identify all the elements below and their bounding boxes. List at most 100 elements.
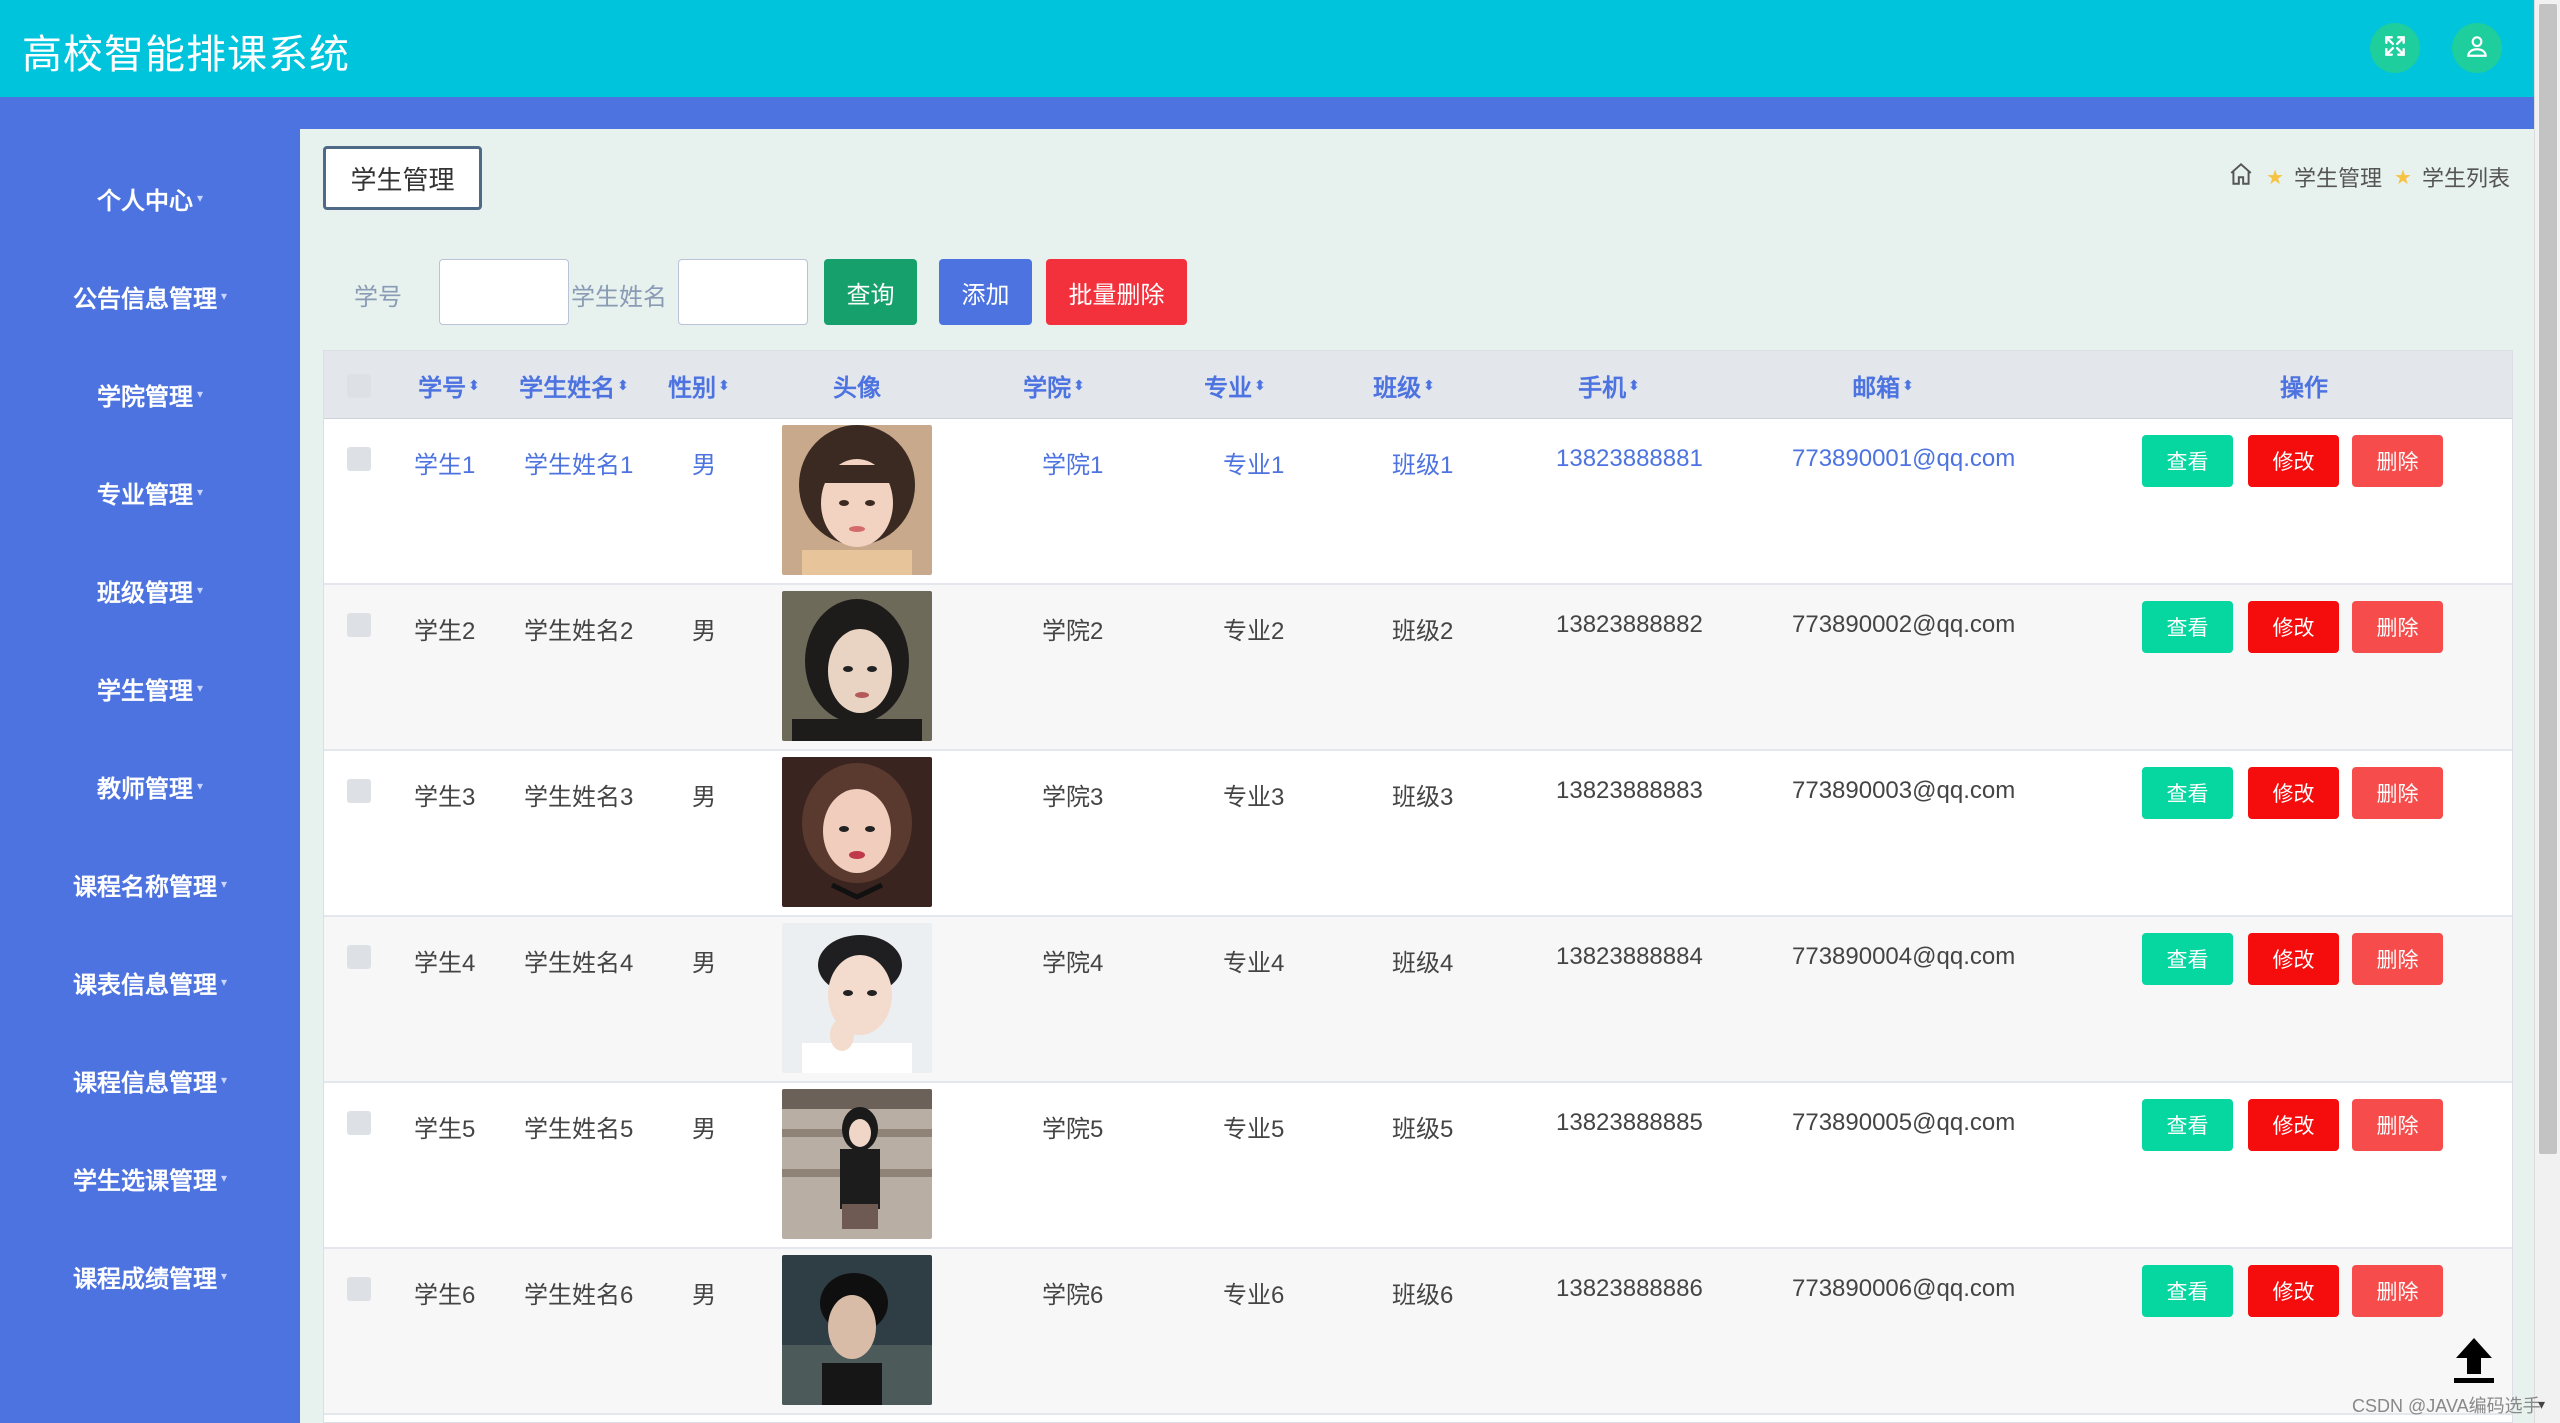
breadcrumb-item[interactable]: 学生管理 [2294,161,2382,193]
sidebar-item-course-name[interactable]: 课程名称管理 ▾ [0,854,300,914]
sidebar-item-label: 课程成绩管理 [72,1265,217,1293]
sort-icon: ⬍ [1254,376,1266,393]
edit-button[interactable]: 修改 [2248,601,2339,653]
edit-button[interactable]: 修改 [2248,1099,2339,1151]
cell-name[interactable]: 学生姓名1 [524,445,633,480]
student-name-input[interactable] [678,259,808,325]
sidebar-item-course-info[interactable]: 课程信息管理 ▾ [0,1050,300,1110]
cell-id: 学生6 [414,1282,476,1309]
student-id-input[interactable] [439,259,569,325]
sidebar-item-notice[interactable]: 公告信息管理 ▾ [0,266,300,326]
table-row: 学生1 学生姓名1 男 学院1 专业1 班级1 13823888881 7738… [324,419,2512,585]
delete-button[interactable]: 删除 [2352,1265,2443,1317]
add-button[interactable]: 添加 [939,259,1032,325]
edit-button[interactable]: 修改 [2248,767,2339,819]
user-icon [2464,33,2490,64]
chevron-down-icon: ▾ [196,583,204,597]
edit-button[interactable]: 修改 [2248,435,2339,487]
sidebar-item-label: 课表信息管理 [72,971,217,999]
delete-button[interactable]: 删除 [2352,435,2443,487]
view-button[interactable]: 查看 [2142,767,2233,819]
cell-class: 班级4 [1392,950,1454,977]
watermark: CSDN @JAVA编码选手 [2352,1396,2541,1416]
expand-icon [2382,33,2408,64]
sidebar-item-personal-center[interactable]: 个人中心 ▾ [0,168,300,228]
fullscreen-button[interactable] [2370,23,2420,73]
header-major[interactable]: 专业 ⬍ [1195,351,1275,419]
query-button[interactable]: 查询 [824,259,917,325]
cell-college[interactable]: 学院1 [1042,445,1103,480]
row-checkbox[interactable] [347,1277,371,1301]
view-button[interactable]: 查看 [2142,1099,2233,1151]
student-name-label: 学生姓名 [571,284,667,311]
sort-icon: ⬍ [1628,376,1640,393]
cell-name: 学生姓名6 [524,1282,634,1309]
sidebar-item-timetable[interactable]: 课表信息管理 ▾ [0,952,300,1012]
scrollbar-thumb[interactable] [2539,4,2557,1154]
cell-email[interactable]: 773890001@qq.com [1792,445,2015,473]
header-phone[interactable]: 手机 ⬍ [1569,351,1649,419]
user-button[interactable] [2452,23,2502,73]
cell-college: 学院2 [1042,618,1104,645]
cell-major[interactable]: 专业1 [1223,445,1284,480]
header-class[interactable]: 班级 ⬍ [1364,351,1444,419]
cell-major: 专业3 [1223,784,1285,811]
sidebar-item-class[interactable]: 班级管理 ▾ [0,560,300,620]
sidebar-item-label: 学院管理 [96,383,193,411]
cell-gender: 男 [692,1116,716,1143]
edit-button[interactable]: 修改 [2248,933,2339,985]
edit-button[interactable]: 修改 [2248,1265,2339,1317]
sidebar-item-major[interactable]: 专业管理 ▾ [0,462,300,522]
main-content: 学生管理 ★ 学生管理 ★ 学生列表 学号 学生姓名 查询 添加 批量删除 学号… [300,129,2534,1423]
chevron-down-icon: ▾ [220,1073,228,1087]
sidebar-item-student[interactable]: 学生管理 ▾ [0,658,300,718]
cell-id[interactable]: 学生1 [414,445,475,480]
chevron-down-icon: ▾ [220,877,228,891]
view-button[interactable]: 查看 [2142,601,2233,653]
header-gender[interactable]: 性别 ⬍ [664,351,734,419]
delete-button[interactable]: 删除 [2352,933,2443,985]
header-label: 头像 [833,374,881,402]
cell-phone: 13823888882 [1556,611,1703,638]
header-label: 班级 [1373,374,1422,402]
row-checkbox[interactable] [347,779,371,803]
sidebar-item-teacher[interactable]: 教师管理 ▾ [0,756,300,816]
page-scrollbar[interactable] [2534,0,2560,1423]
student-avatar [782,757,932,907]
table-row: 学生5 学生姓名5 男 学院5 专业5 班级5 13823888885 7738… [324,1083,2512,1249]
view-button[interactable]: 查看 [2142,1265,2233,1317]
header-label: 学生姓名 [519,374,616,402]
home-icon[interactable] [2228,161,2254,193]
row-checkbox[interactable] [347,613,371,637]
sidebar-item-course-selection[interactable]: 学生选课管理 ▾ [0,1148,300,1208]
delete-button[interactable]: 删除 [2352,601,2443,653]
sidebar-item-grades[interactable]: 课程成绩管理 ▾ [0,1246,300,1306]
header-label: 专业 [1204,374,1253,402]
sidebar-item-label: 班级管理 [96,579,193,607]
sidebar-item-college[interactable]: 学院管理 ▾ [0,364,300,424]
cell-phone: 13823888884 [1556,943,1703,970]
header-label: 学号 [418,374,467,402]
header-name[interactable]: 学生姓名 ⬍ [514,351,634,419]
table-row: 学生6 学生姓名6 男 学院6 专业6 班级6 13823888886 7738… [324,1249,2512,1415]
back-to-top-button[interactable] [2446,1332,2502,1388]
cell-college: 学院3 [1042,784,1104,811]
sidebar-item-label: 学生管理 [96,677,193,705]
cell-class[interactable]: 班级1 [1392,445,1453,480]
view-button[interactable]: 查看 [2142,435,2233,487]
view-button[interactable]: 查看 [2142,933,2233,985]
header-college[interactable]: 学院 ⬍ [1014,351,1094,419]
row-checkbox[interactable] [347,447,371,471]
row-checkbox[interactable] [347,1111,371,1135]
select-all-checkbox[interactable] [347,374,371,398]
delete-button[interactable]: 删除 [2352,1099,2443,1151]
cell-phone[interactable]: 13823888881 [1556,445,1703,473]
header-id[interactable]: 学号 ⬍ [414,351,484,419]
cell-id: 学生5 [414,1116,476,1143]
header-email[interactable]: 邮箱 ⬍ [1843,351,1923,419]
delete-button[interactable]: 删除 [2352,767,2443,819]
row-checkbox[interactable] [347,945,371,969]
header-label: 性别 [668,374,717,402]
batch-delete-button[interactable]: 批量删除 [1046,259,1187,325]
cell-gender[interactable]: 男 [692,445,716,480]
